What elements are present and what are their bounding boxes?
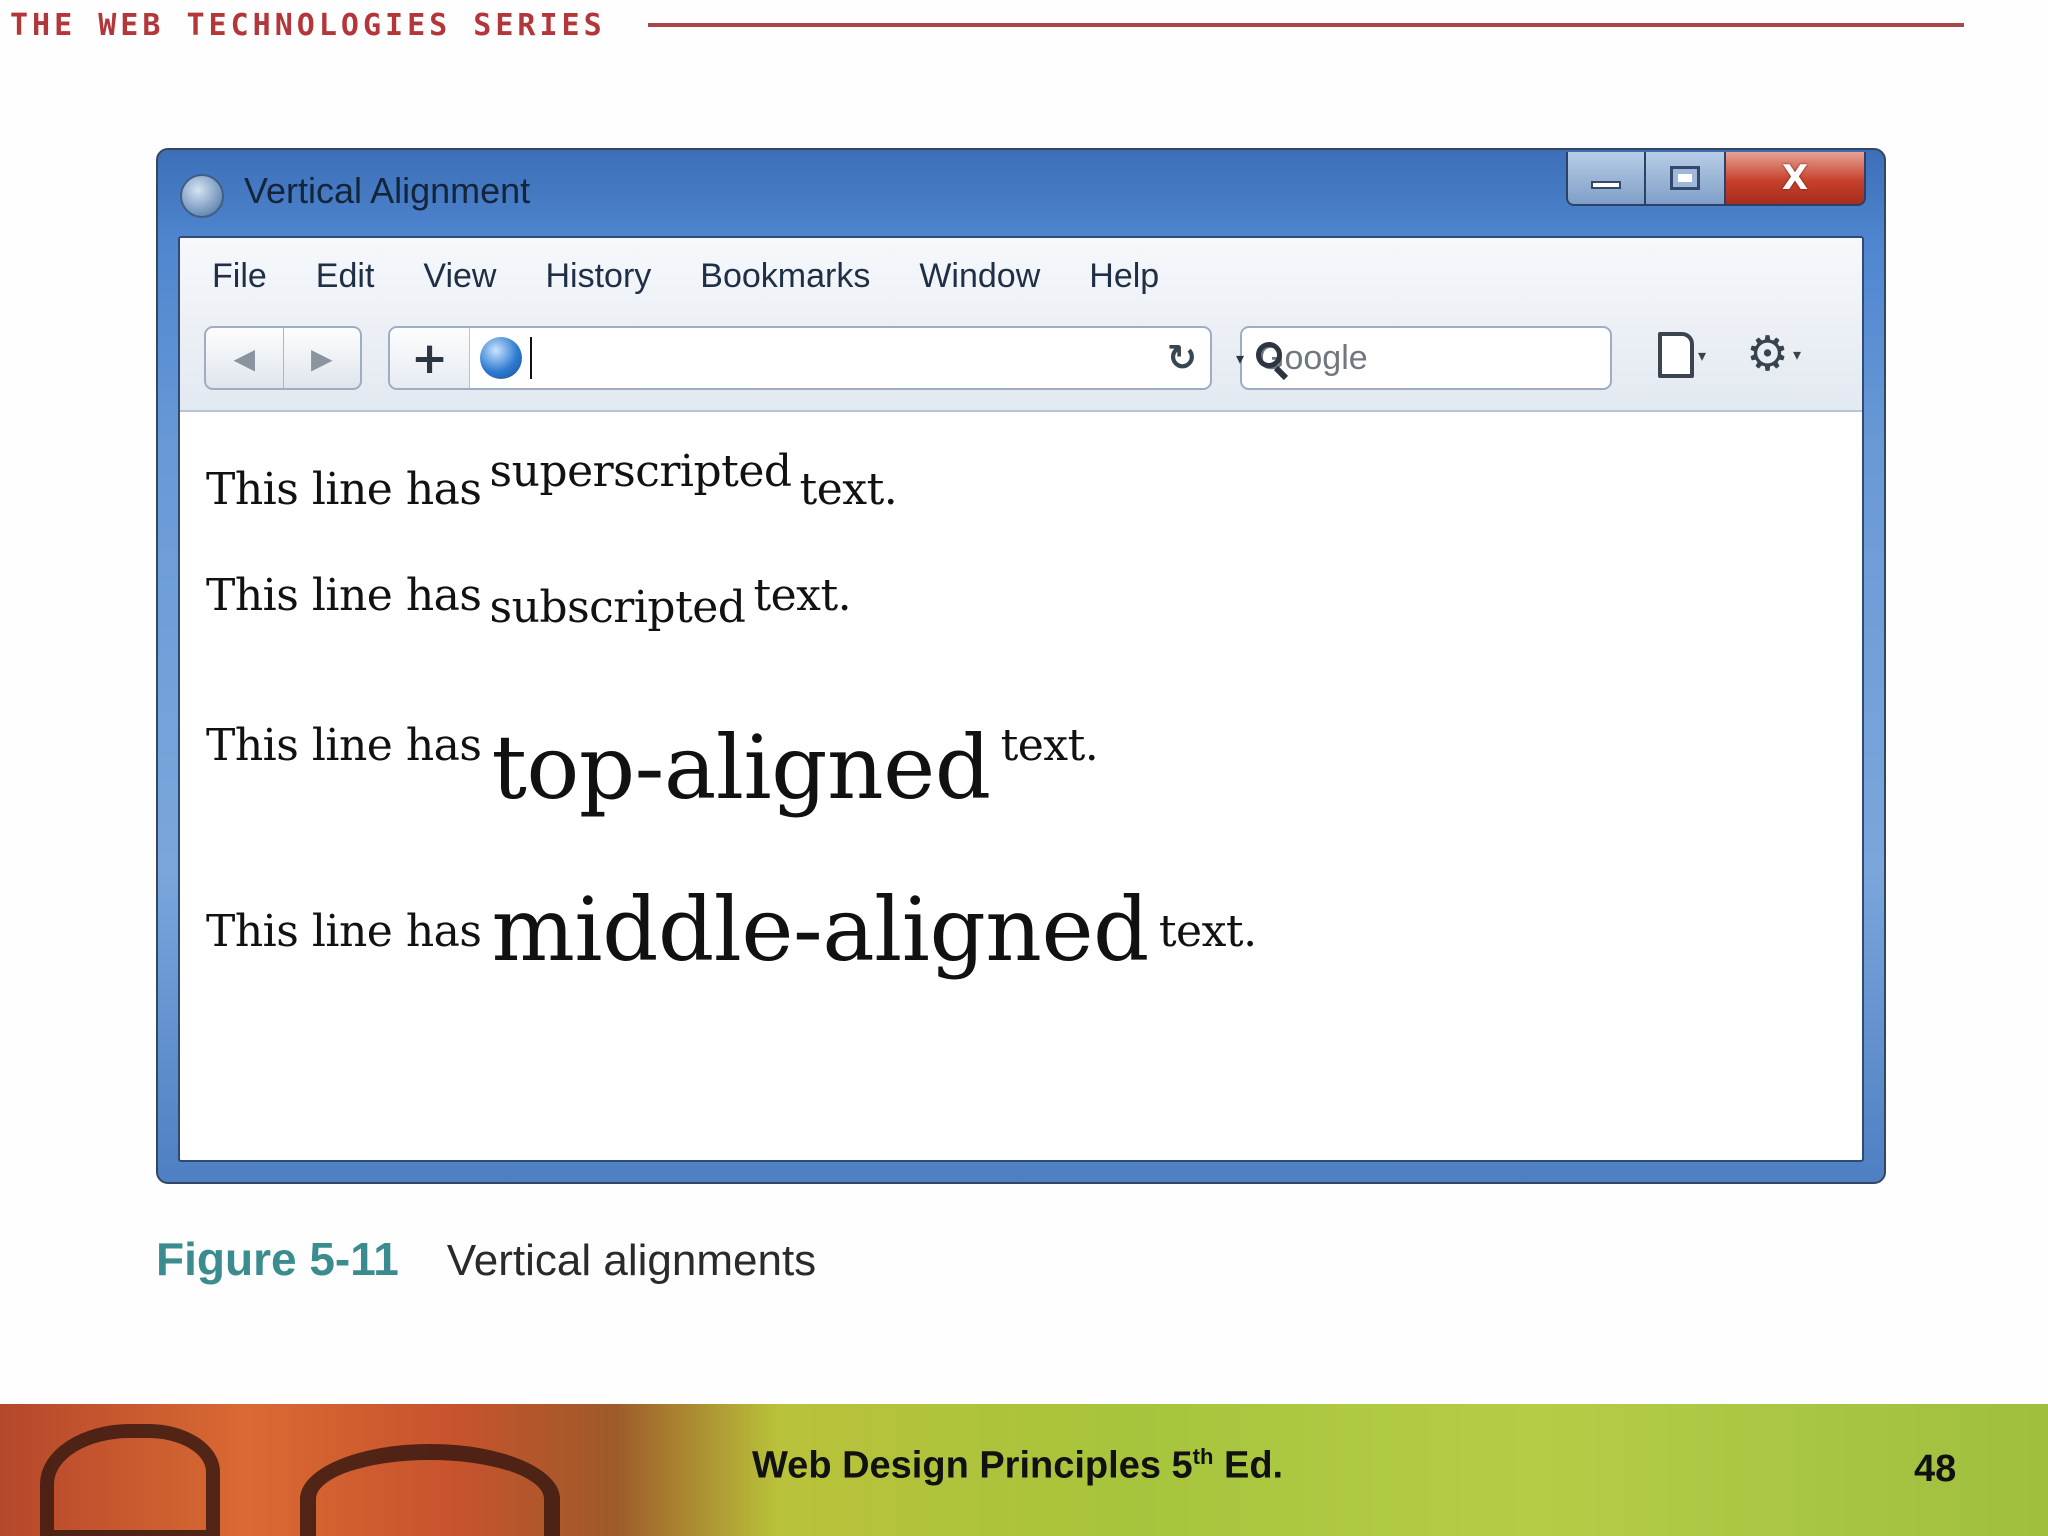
add-bookmark-button[interactable]: + bbox=[390, 328, 470, 388]
browser-client-area: File Edit View History Bookmarks Window … bbox=[178, 236, 1864, 1162]
chevron-down-icon: ▾ bbox=[1793, 344, 1802, 364]
line-tail-text: text. bbox=[1000, 720, 1099, 771]
menu-help[interactable]: Help bbox=[1089, 251, 1159, 302]
browser-chrome: File Edit View History Bookmarks Window … bbox=[180, 238, 1862, 412]
footer-artwork bbox=[300, 1444, 560, 1536]
slide-footer: Web Design Principles 5th Ed. 48 bbox=[0, 1404, 2048, 1536]
page-icon bbox=[1658, 332, 1694, 378]
browser-globe-icon bbox=[180, 174, 224, 218]
browser-window: Vertical Alignment X File Edit View Hist… bbox=[156, 148, 1886, 1184]
close-button[interactable]: X bbox=[1726, 152, 1866, 206]
middle-aligned-text: middle-aligned bbox=[491, 878, 1149, 981]
tools-menu-button[interactable]: ⚙ ▾ bbox=[1746, 330, 1801, 378]
chevron-down-icon: ▾ bbox=[1698, 345, 1707, 365]
series-title: THE WEB TECHNOLOGIES SERIES bbox=[10, 8, 606, 43]
window-title: Vertical Alignment bbox=[244, 170, 531, 211]
minimize-icon bbox=[1591, 181, 1621, 189]
figure-number: Figure 5-11 bbox=[156, 1233, 399, 1285]
footer-artwork bbox=[40, 1424, 220, 1536]
navigation-toolbar: ◀ ▶ + ↻ ▾ Google ▾ ⚙ ▾ bbox=[180, 314, 1862, 412]
gear-icon: ⚙ bbox=[1746, 326, 1790, 382]
line-tail-text: text. bbox=[799, 464, 898, 515]
menu-file[interactable]: File bbox=[212, 251, 267, 302]
minimize-button[interactable] bbox=[1566, 152, 1646, 206]
menu-bar: File Edit View History Bookmarks Window … bbox=[180, 238, 1862, 314]
reload-button[interactable]: ↻ bbox=[1154, 338, 1210, 379]
header-rule bbox=[648, 23, 1964, 27]
line-lead-text: This line has bbox=[206, 570, 482, 621]
window-controls: X bbox=[1566, 152, 1866, 208]
menu-view[interactable]: View bbox=[423, 251, 496, 302]
forward-button[interactable]: ▶ bbox=[282, 328, 361, 388]
figure-caption: Figure 5-11 Vertical alignments bbox=[156, 1232, 816, 1286]
line-lead-text: This line has bbox=[206, 720, 482, 771]
site-globe-icon bbox=[480, 337, 522, 379]
back-arrow-icon: ◀ bbox=[233, 341, 256, 375]
reload-icon: ↻ bbox=[1166, 337, 1198, 379]
top-aligned-text: top-aligned bbox=[491, 716, 991, 819]
figure-caption-text: Vertical alignments bbox=[446, 1236, 817, 1285]
page-number: 48 bbox=[1914, 1448, 1957, 1490]
line-lead-text: This line has bbox=[206, 906, 482, 957]
address-bar: + ↻ bbox=[388, 326, 1212, 390]
maximize-button[interactable] bbox=[1646, 152, 1726, 206]
line-tail-text: text. bbox=[753, 570, 852, 621]
superscript-line: This line has superscripted text. bbox=[206, 446, 898, 515]
top-aligned-line: This line has top-aligned text. bbox=[206, 678, 1099, 819]
back-forward-group: ◀ ▶ bbox=[204, 326, 362, 390]
superscripted-text: superscripted bbox=[489, 446, 792, 497]
search-input[interactable] bbox=[1244, 328, 1702, 388]
page-menu-button[interactable]: ▾ bbox=[1658, 332, 1706, 378]
middle-aligned-line: This line has middle-aligned text. bbox=[206, 864, 1257, 981]
line-lead-text: This line has bbox=[206, 464, 482, 515]
page-content: This line has superscripted text. This lin… bbox=[180, 412, 1862, 1160]
search-bar: ▾ bbox=[1236, 326, 1702, 390]
forward-arrow-icon: ▶ bbox=[310, 341, 333, 375]
search-engine-dropdown-icon[interactable]: ▾ bbox=[1236, 349, 1244, 368]
menu-edit[interactable]: Edit bbox=[316, 251, 375, 302]
back-button[interactable]: ◀ bbox=[206, 328, 283, 388]
maximize-icon bbox=[1670, 166, 1700, 190]
menu-window[interactable]: Window bbox=[919, 251, 1040, 302]
close-icon: X bbox=[1781, 158, 1809, 198]
plus-icon: + bbox=[411, 332, 448, 384]
url-input[interactable] bbox=[532, 328, 1154, 388]
menu-history[interactable]: History bbox=[545, 251, 651, 302]
subscript-line: This line has subscripted text. bbox=[206, 570, 852, 633]
menu-bookmarks[interactable]: Bookmarks bbox=[700, 251, 870, 302]
line-tail-text: text. bbox=[1158, 906, 1257, 957]
footer-book-title: Web Design Principles 5th Ed. bbox=[752, 1444, 1284, 1487]
subscripted-text: subscripted bbox=[489, 582, 746, 633]
